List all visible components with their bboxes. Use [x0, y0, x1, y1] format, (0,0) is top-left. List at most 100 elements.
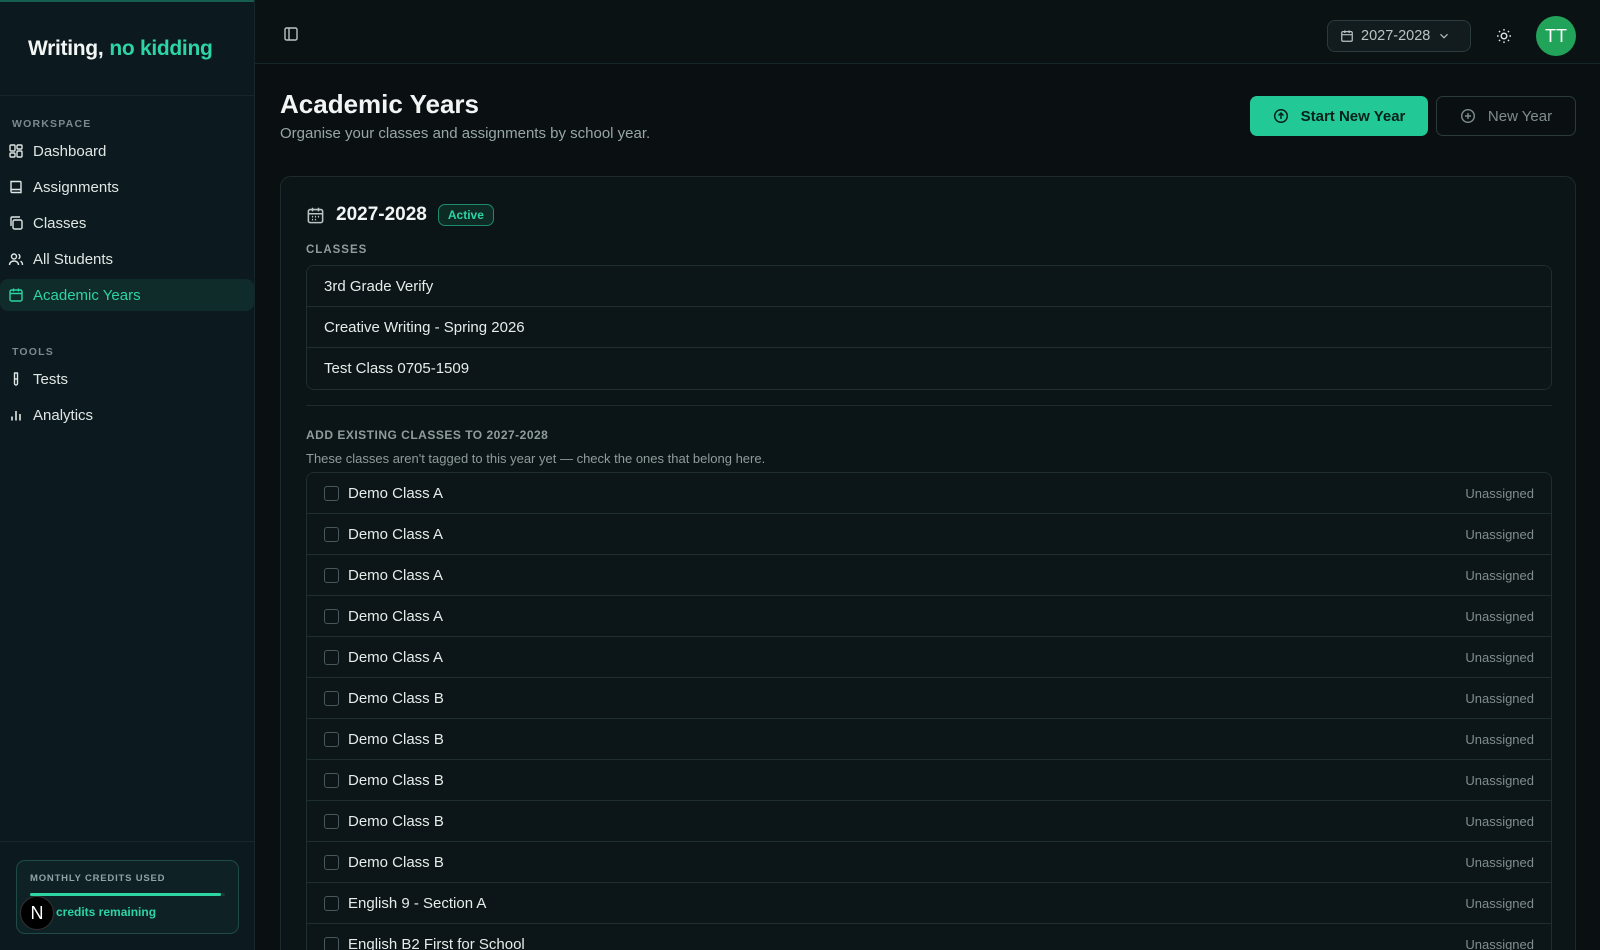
page-subtitle: Organise your classes and assignments by…: [280, 125, 651, 142]
sidebar-item-assignments[interactable]: Assignments: [0, 171, 254, 203]
class-name: Demo Class B: [348, 689, 444, 707]
list-item[interactable]: Test Class 0705-1509: [307, 348, 1551, 389]
tools-section-label: TOOLS: [12, 346, 54, 358]
sidebar-item-label: Assignments: [33, 178, 119, 196]
class-status: Unassigned: [1465, 608, 1534, 624]
sidebar-item-tests[interactable]: Tests: [0, 363, 254, 395]
class-name: Demo Class B: [348, 730, 444, 748]
new-year-label: New Year: [1487, 107, 1553, 125]
class-name: Demo Class A: [348, 484, 444, 502]
sidebar-item-all-students[interactable]: All Students: [0, 243, 254, 275]
table-row[interactable]: English 9 - Section A Unassigned: [307, 883, 1551, 924]
class-status: Unassigned: [1465, 772, 1534, 788]
list-item[interactable]: 3rd Grade Verify: [307, 266, 1551, 307]
main-content: Academic Years Organise your classes and…: [255, 64, 1600, 950]
year-card-header: 2027-2028 Active: [306, 204, 494, 226]
sidebar-item-analytics[interactable]: Analytics: [0, 399, 254, 431]
table-row[interactable]: English B2 First for School Unassigned: [307, 924, 1551, 950]
class-status: Unassigned: [1465, 526, 1534, 542]
sidebar-item-label: Academic Years: [33, 286, 141, 304]
divider: [306, 405, 1552, 406]
classes-list: 3rd Grade Verify Creative Writing - Spri…: [306, 265, 1552, 390]
credits-progress-fill: [30, 893, 222, 896]
table-row[interactable]: Demo Class B Unassigned: [307, 678, 1551, 719]
table-row[interactable]: Demo Class B Unassigned: [307, 842, 1551, 883]
checkbox[interactable]: [324, 731, 339, 747]
table-row[interactable]: Demo Class A Unassigned: [307, 637, 1551, 678]
brand-part2: no kidding: [109, 36, 213, 60]
plus-circle-icon: [1460, 108, 1475, 124]
class-status: Unassigned: [1465, 813, 1534, 829]
add-existing-subtitle: These classes aren't tagged to this year…: [306, 451, 766, 466]
checkbox[interactable]: [324, 936, 339, 950]
sidebar-item-dashboard[interactable]: Dashboard: [0, 135, 254, 167]
n-badge-icon[interactable]: N: [20, 896, 54, 930]
add-existing-label: ADD EXISTING CLASSES TO 2027-2028: [306, 428, 549, 442]
workspace-nav: Dashboard Assignments Classes All Studen…: [0, 135, 255, 315]
start-new-year-button[interactable]: Start New Year: [1250, 96, 1428, 136]
class-status: Unassigned: [1465, 854, 1534, 870]
sidebar-item-label: Dashboard: [33, 142, 107, 160]
checkbox[interactable]: [324, 526, 339, 542]
table-row[interactable]: Demo Class A Unassigned: [307, 555, 1551, 596]
existing-classes-list: Demo Class A Unassigned Demo Class A Unassi…: [306, 472, 1552, 950]
class-status: Unassigned: [1465, 567, 1534, 583]
year-card-title: 2027-2028: [336, 204, 427, 225]
sidebar-item-academic-years[interactable]: Academic Years: [0, 279, 254, 311]
sidebar-footer-divider: [0, 841, 255, 842]
class-name: Demo Class B: [348, 771, 444, 789]
class-status: Unassigned: [1465, 936, 1534, 950]
table-row[interactable]: Demo Class B Unassigned: [307, 760, 1551, 801]
start-new-year-label: Start New Year: [1300, 107, 1406, 125]
workspace-section-label: WORKSPACE: [12, 118, 92, 130]
list-item[interactable]: Creative Writing - Spring 2026: [307, 307, 1551, 348]
sidebar-item-classes[interactable]: Classes: [0, 207, 254, 239]
year-select[interactable]: 2027-2028: [1327, 20, 1471, 52]
credits-label: MONTHLY CREDITS USED: [30, 873, 166, 884]
class-name: English B2 First for School: [348, 935, 525, 950]
test-tube-icon: [13, 372, 19, 386]
checkbox[interactable]: [324, 690, 339, 706]
classes-section-label: CLASSES: [306, 244, 368, 256]
users-icon: [8, 253, 24, 266]
sidebar: Writing, no kidding WORKSPACE Dashboard …: [0, 0, 255, 950]
avatar[interactable]: TT: [1536, 16, 1576, 56]
class-name: Demo Class A: [348, 566, 444, 584]
checkbox[interactable]: [324, 854, 339, 870]
class-status: Unassigned: [1465, 485, 1534, 501]
checkbox[interactable]: [324, 567, 339, 583]
checkbox[interactable]: [324, 895, 339, 911]
tools-nav: Tests Analytics: [0, 363, 255, 435]
sidebar-item-label: All Students: [33, 250, 114, 268]
topbar: 2027-2028 TT: [255, 0, 1600, 64]
class-name: Demo Class B: [348, 853, 444, 871]
checkbox[interactable]: [324, 649, 339, 665]
table-row[interactable]: Demo Class A Unassigned: [307, 596, 1551, 637]
table-row[interactable]: Demo Class B Unassigned: [307, 719, 1551, 760]
page-title: Academic Years: [280, 89, 479, 119]
book-icon: [10, 180, 22, 194]
class-status: Unassigned: [1465, 895, 1534, 911]
grid-icon: [9, 144, 23, 158]
table-row[interactable]: Demo Class B Unassigned: [307, 801, 1551, 842]
calendar-icon: [1341, 30, 1353, 42]
new-year-button[interactable]: New Year: [1436, 96, 1576, 136]
table-row[interactable]: Demo Class A Unassigned: [307, 514, 1551, 555]
sun-icon[interactable]: [1496, 28, 1512, 44]
class-name: Demo Class A: [348, 525, 444, 543]
checkbox[interactable]: [324, 813, 339, 829]
class-name: Demo Class A: [348, 648, 444, 666]
table-row[interactable]: Demo Class A Unassigned: [307, 473, 1551, 514]
sidebar-item-label: Analytics: [33, 406, 94, 424]
bar-chart-icon: [11, 411, 21, 421]
brand-logo[interactable]: Writing, no kidding: [0, 0, 254, 96]
year-card: 2027-2028 Active CLASSES 3rd Grade Verif…: [280, 176, 1576, 950]
brand-part1: Writing,: [28, 36, 104, 60]
checkbox[interactable]: [324, 608, 339, 624]
checkbox[interactable]: [324, 772, 339, 788]
chevron-down-icon: [1440, 33, 1449, 39]
arrow-up-circle-icon: [1273, 108, 1288, 124]
sidebar-toggle-icon[interactable]: [283, 26, 299, 42]
class-status: Unassigned: [1465, 690, 1534, 706]
checkbox[interactable]: [324, 485, 339, 501]
